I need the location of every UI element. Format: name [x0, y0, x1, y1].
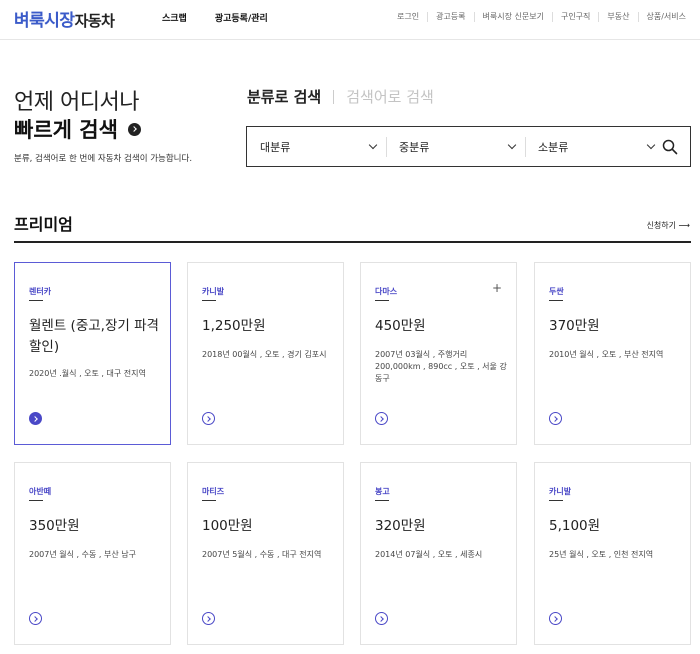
- section-title-premium: 프리미엄: [14, 215, 73, 234]
- util-newspaper[interactable]: 벼룩시장 신문보기: [473, 12, 552, 22]
- search-box: 대분류 중분류 소분류: [246, 126, 691, 167]
- card-category: 두싼: [549, 287, 564, 296]
- card-description: 2020년 .월식 , 오토 , 대구 전지역: [29, 369, 146, 378]
- card-category: 렌터카: [29, 287, 52, 296]
- select-mid-label: 중분류: [399, 140, 430, 154]
- utility-nav: 로그인 광고등록 벼룩시장 신문보기 구인구직 부동산 상품/서비스: [389, 12, 694, 22]
- card-price: 100만원: [202, 518, 253, 534]
- card-price: 320만원: [375, 518, 426, 534]
- chevron-down-icon: [646, 140, 656, 150]
- logo-brand: 벼룩시장: [14, 11, 75, 31]
- util-login[interactable]: 로그인: [389, 12, 427, 22]
- arrow-right-icon[interactable]: [202, 612, 215, 625]
- nav-ad-manage[interactable]: 광고등록/관리: [215, 11, 268, 24]
- premium-card[interactable]: 두싼 370만원 2010년 월식 , 오토 , 부산 전지역: [534, 262, 691, 445]
- card-description: 2014년 07월식 , 오토 , 세종시: [375, 550, 483, 559]
- tab-divider: [333, 89, 335, 104]
- card-price: 370만원: [549, 318, 600, 334]
- card-description: 25년 월식 , 오토 , 인천 전지역: [549, 550, 654, 559]
- arrow-right-icon[interactable]: [127, 122, 141, 136]
- card-dash: [29, 500, 43, 501]
- arrow-right-icon[interactable]: [375, 612, 388, 625]
- arrow-right-icon[interactable]: [29, 612, 42, 625]
- util-realestate[interactable]: 부동산: [598, 12, 637, 22]
- util-jobs[interactable]: 구인구직: [551, 12, 598, 22]
- select-major-category[interactable]: 대분류: [247, 127, 386, 166]
- tab-keyword-search[interactable]: 검색어로 검색: [346, 86, 434, 107]
- premium-card[interactable]: 렌터카 월렌트 (중고,장기 파격할인) 2020년 .월식 , 오토 , 대구…: [14, 262, 171, 445]
- top-bar: 벼룩시장자동차 스크랩 광고등록/관리 로그인 광고등록 벼룩시장 신문보기 구…: [0, 0, 700, 40]
- util-goods[interactable]: 상품/서비스: [637, 12, 695, 22]
- card-dash: [549, 300, 563, 301]
- premium-card[interactable]: 아반떼 350만원 2007년 월식 , 수동 , 부산 남구: [14, 462, 171, 645]
- card-description: 2007년 월식 , 수동 , 부산 남구: [29, 550, 136, 559]
- arrow-right-icon[interactable]: [549, 412, 562, 425]
- arrow-right-icon[interactable]: [375, 412, 388, 425]
- arrow-right-icon[interactable]: [29, 412, 42, 425]
- card-dash: [202, 500, 216, 501]
- card-description: 2010년 월식 , 오토 , 부산 전지역: [549, 350, 664, 359]
- apply-link[interactable]: 신청하기 ⟶: [647, 220, 690, 231]
- card-dash: [202, 300, 216, 301]
- card-price: 450만원: [375, 318, 426, 334]
- card-price: 350만원: [29, 518, 80, 534]
- arrow-right-icon[interactable]: [202, 412, 215, 425]
- logo[interactable]: 벼룩시장자동차: [14, 6, 115, 31]
- premium-card[interactable]: 봉고 320만원 2014년 07월식 , 오토 , 세종시: [360, 462, 517, 645]
- card-category: 카니발: [202, 287, 225, 296]
- premium-card[interactable]: 다마스 + 450만원 2007년 03월식 , 주행거리 200,000km …: [360, 262, 517, 445]
- nav-scrap[interactable]: 스크랩: [162, 11, 187, 24]
- select-minor-category[interactable]: 소분류: [525, 127, 664, 166]
- logo-sub: 자동차: [74, 12, 115, 30]
- premium-card[interactable]: 카니발 5,100원 25년 월식 , 오토 , 인천 전지역: [534, 462, 691, 645]
- section-divider: [14, 241, 691, 243]
- card-description: 2018년 00월식 , 오토 , 경기 김포시: [202, 350, 327, 359]
- hero-subtitle-text: 빠르게 검색: [14, 118, 118, 142]
- hero-description: 분류, 검색어로 한 번에 자동차 검색이 가능합니다.: [14, 154, 193, 164]
- premium-card[interactable]: 마티즈 100만원 2007년 5월식 , 수동 , 대구 전지역: [187, 462, 344, 645]
- card-category: 봉고: [375, 487, 390, 496]
- card-dash: [549, 500, 563, 501]
- arrow-right-icon[interactable]: [549, 612, 562, 625]
- card-description: 2007년 03월식 , 주행거리 200,000km , 890cc , 오토…: [375, 350, 507, 383]
- card-price: 1,250만원: [202, 318, 266, 334]
- select-major-label: 대분류: [260, 140, 291, 154]
- card-dash: [375, 300, 389, 301]
- plus-icon[interactable]: +: [492, 282, 502, 294]
- select-mid-category[interactable]: 중분류: [386, 127, 525, 166]
- card-dash: [375, 500, 389, 501]
- hero-subtitle: 빠르게 검색: [14, 114, 141, 144]
- chevron-down-icon: [507, 140, 517, 150]
- hero-title: 언제 어디서나: [14, 90, 139, 115]
- premium-card[interactable]: 카니발 1,250만원 2018년 00월식 , 오토 , 경기 김포시: [187, 262, 344, 445]
- card-price: 5,100원: [549, 518, 601, 534]
- search-tabs: 분류로 검색 검색어로 검색: [247, 86, 434, 107]
- card-dash: [29, 300, 43, 301]
- tab-category-search[interactable]: 분류로 검색: [247, 86, 321, 107]
- card-category: 마티즈: [202, 487, 225, 496]
- card-price: 월렌트 (중고,장기 파격할인): [29, 318, 159, 355]
- card-category: 다마스: [375, 287, 398, 296]
- card-description: 2007년 5월식 , 수동 , 대구 전지역: [202, 550, 322, 559]
- chevron-down-icon: [368, 140, 378, 150]
- card-category: 아반떼: [29, 487, 52, 496]
- util-ad-register[interactable]: 광고등록: [427, 12, 473, 22]
- main-nav: 스크랩 광고등록/관리: [162, 11, 268, 24]
- search-icon[interactable]: [662, 139, 678, 155]
- select-minor-label: 소분류: [538, 140, 569, 154]
- card-category: 카니발: [549, 487, 572, 496]
